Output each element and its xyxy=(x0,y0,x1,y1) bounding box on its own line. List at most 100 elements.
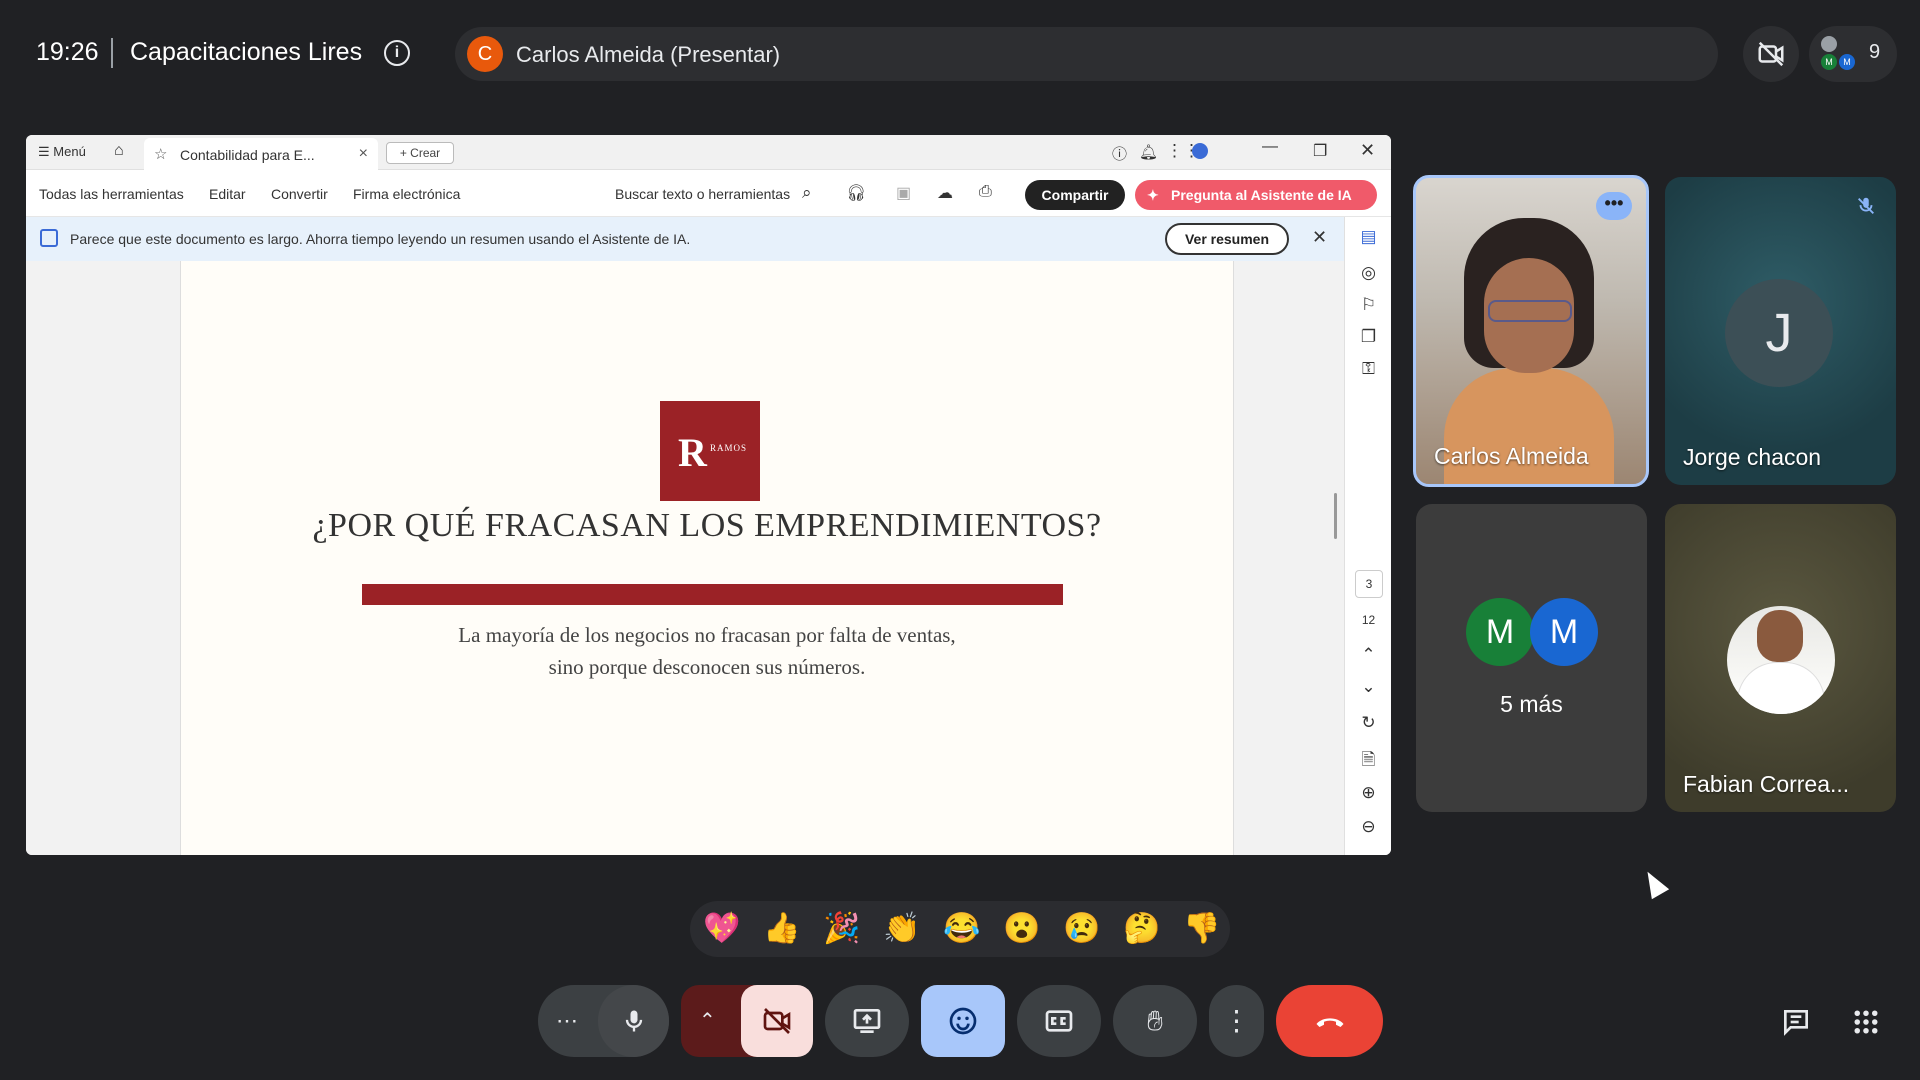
scrollbar[interactable] xyxy=(1334,493,1337,539)
heart-reaction-button[interactable]: 💖 xyxy=(702,909,742,949)
presenter-label: Carlos Almeida (Presentar) xyxy=(516,42,781,67)
audio-controls: ⋯ xyxy=(538,985,669,1057)
avatar: M xyxy=(1821,54,1837,70)
rotate-icon[interactable]: ↻ xyxy=(1345,713,1391,733)
camera-off-indicator-button[interactable] xyxy=(1743,26,1799,82)
thinking-reaction-button[interactable]: 🤔 xyxy=(1122,909,1162,949)
audio-settings-icon[interactable]: ⋯ xyxy=(556,985,578,1057)
present-screen-button[interactable] xyxy=(825,985,909,1057)
reactions-button[interactable] xyxy=(921,985,1005,1057)
mouse-cursor xyxy=(1638,866,1670,900)
avatar xyxy=(1727,606,1835,714)
meeting-title: Capacitaciones Lires xyxy=(130,38,363,66)
clap-reaction-button[interactable]: 👏 xyxy=(882,909,922,949)
emoji-icon xyxy=(949,1007,977,1035)
close-tab-icon[interactable]: × xyxy=(359,145,368,163)
slide-subtext: La mayoría de los negocios no fracasan p… xyxy=(181,619,1233,683)
share-button[interactable]: Compartir xyxy=(1025,180,1125,210)
raise-hand-button[interactable]: ✋︎ xyxy=(1113,985,1197,1057)
party-reaction-button[interactable]: 🎉 xyxy=(822,909,862,949)
more-options-icon[interactable]: ••• xyxy=(1596,192,1632,220)
slide-heading: ¿POR QUÉ FRACASAN LOS EMPRENDIMIENTOS? xyxy=(312,507,1102,544)
divider-bar xyxy=(362,584,1063,605)
menu-button[interactable]: ☰ Menú xyxy=(38,144,86,160)
microphone-button[interactable] xyxy=(598,985,669,1057)
maximize-icon[interactable]: ❐ xyxy=(1313,141,1327,161)
view-summary-button[interactable]: Ver resumen xyxy=(1165,223,1289,255)
laugh-reaction-button[interactable]: 😂 xyxy=(942,909,982,949)
camera-toggle-button[interactable] xyxy=(741,985,813,1057)
minimize-icon[interactable]: — xyxy=(1262,138,1278,156)
help-icon[interactable]: ⓘ xyxy=(1112,143,1127,164)
page-down-icon[interactable]: ⌄ xyxy=(1345,677,1391,697)
protect-icon[interactable]: ⚿ xyxy=(1345,359,1391,379)
participants-button[interactable]: M M 9 xyxy=(1809,26,1897,82)
current-page-input[interactable]: 3 xyxy=(1355,570,1383,598)
create-label: Crear xyxy=(410,146,441,160)
more-participants-label: 5 más xyxy=(1500,691,1563,717)
page-up-icon[interactable]: ⌃ xyxy=(1345,645,1391,665)
captions-icon xyxy=(1045,1010,1073,1032)
chat-icon[interactable] xyxy=(1776,1002,1816,1042)
leave-call-button[interactable] xyxy=(1276,985,1383,1057)
convert-menu[interactable]: Convertir xyxy=(271,186,328,202)
save-icon[interactable]: ▣ xyxy=(896,183,911,203)
thumbs-down-reaction-button[interactable]: 👎 xyxy=(1182,909,1222,949)
bookmark-icon[interactable]: ⚐ xyxy=(1345,295,1391,315)
sad-reaction-button[interactable]: 😢 xyxy=(1062,909,1102,949)
tab-title: Contabilidad para E... xyxy=(180,147,315,163)
avatar: M xyxy=(1839,54,1855,70)
presenter-avatar: C xyxy=(467,36,503,72)
close-banner-icon[interactable]: ✕ xyxy=(1312,227,1327,248)
pages-icon[interactable]: ❐ xyxy=(1345,327,1391,347)
participant-tile-fabian[interactable]: Fabian Correa... xyxy=(1665,504,1896,812)
info-icon[interactable]: i xyxy=(384,40,410,66)
bell-icon[interactable]: 🔔︎ xyxy=(1139,143,1158,161)
document-page: R RAMOS ¿POR QUÉ FRACASAN LOS EMPRENDIMI… xyxy=(180,261,1234,855)
star-icon[interactable]: ☆ xyxy=(154,145,167,163)
ai-assistant-button[interactable]: ✦ Pregunta al Asistente de IA xyxy=(1135,180,1377,210)
avatar: M xyxy=(1466,598,1534,666)
divider xyxy=(111,38,113,68)
camera-off-icon xyxy=(763,1008,791,1034)
upload-icon[interactable]: ☁ xyxy=(937,183,953,203)
microphone-icon xyxy=(625,1010,642,1032)
home-icon[interactable]: ⌂ xyxy=(114,142,124,160)
close-window-icon[interactable]: ✕ xyxy=(1360,140,1375,161)
profile-icon[interactable] xyxy=(1192,143,1208,159)
search-icon[interactable]: ⌕ xyxy=(802,183,812,203)
activities-grid-icon[interactable] xyxy=(1846,1002,1886,1042)
participant-name: Fabian Correa... xyxy=(1683,771,1850,797)
search-tools[interactable]: Buscar texto o herramientas xyxy=(615,186,790,202)
document-viewer[interactable]: R RAMOS ¿POR QUÉ FRACASAN LOS EMPRENDIMI… xyxy=(26,261,1344,855)
more-participants-tile[interactable]: M M 5 más xyxy=(1416,504,1647,812)
captions-button[interactable] xyxy=(1017,985,1101,1057)
print-icon[interactable]: ⎙ xyxy=(979,183,992,201)
participant-tile-carlos[interactable]: ••• Carlos Almeida xyxy=(1413,175,1649,487)
video-controls: ⌃ xyxy=(681,985,813,1057)
shared-screen: ☰ Menú ⌂ ☆ Contabilidad para E... × + Cr… xyxy=(26,135,1391,855)
participant-tile-jorge[interactable]: J Jorge chacon xyxy=(1665,177,1896,485)
participant-avatars: M M xyxy=(1819,34,1859,74)
headphones-icon[interactable]: 🎧︎ xyxy=(846,183,866,203)
ai-assistant-label: Pregunta al Asistente de IA xyxy=(1171,187,1352,203)
reactions-bar: 💖 👍 🎉 👏 😂 😮 😢 🤔 👎 xyxy=(690,901,1230,957)
zoom-out-icon[interactable]: ⊖ xyxy=(1345,817,1391,837)
more-vert-icon: ⋮ xyxy=(1222,1005,1251,1036)
zoom-in-icon[interactable]: ⊕ xyxy=(1345,783,1391,803)
page-settings-icon[interactable]: 🗎︎ xyxy=(1345,747,1391,776)
all-tools-menu[interactable]: Todas las herramientas xyxy=(39,186,184,202)
presenter-banner[interactable]: C Carlos Almeida (Presentar) xyxy=(455,27,1718,81)
summary-panel-icon[interactable]: ▤ xyxy=(1345,227,1391,247)
more-options-button[interactable]: ⋮ xyxy=(1209,985,1264,1057)
comment-icon[interactable]: ◎ xyxy=(1345,263,1391,283)
document-tab[interactable]: ☆ Contabilidad para E... × xyxy=(144,138,378,170)
surprised-reaction-button[interactable]: 😮 xyxy=(1002,909,1042,949)
hand-icon: ✋︎ xyxy=(1147,1005,1163,1036)
thumbs-up-reaction-button[interactable]: 👍 xyxy=(762,909,802,949)
logo-text: RAMOS xyxy=(710,443,748,453)
esign-menu[interactable]: Firma electrónica xyxy=(353,186,460,202)
edit-menu[interactable]: Editar xyxy=(209,186,246,202)
chevron-up-icon[interactable]: ⌃ xyxy=(699,985,716,1057)
create-button[interactable]: + Crear xyxy=(386,142,454,164)
